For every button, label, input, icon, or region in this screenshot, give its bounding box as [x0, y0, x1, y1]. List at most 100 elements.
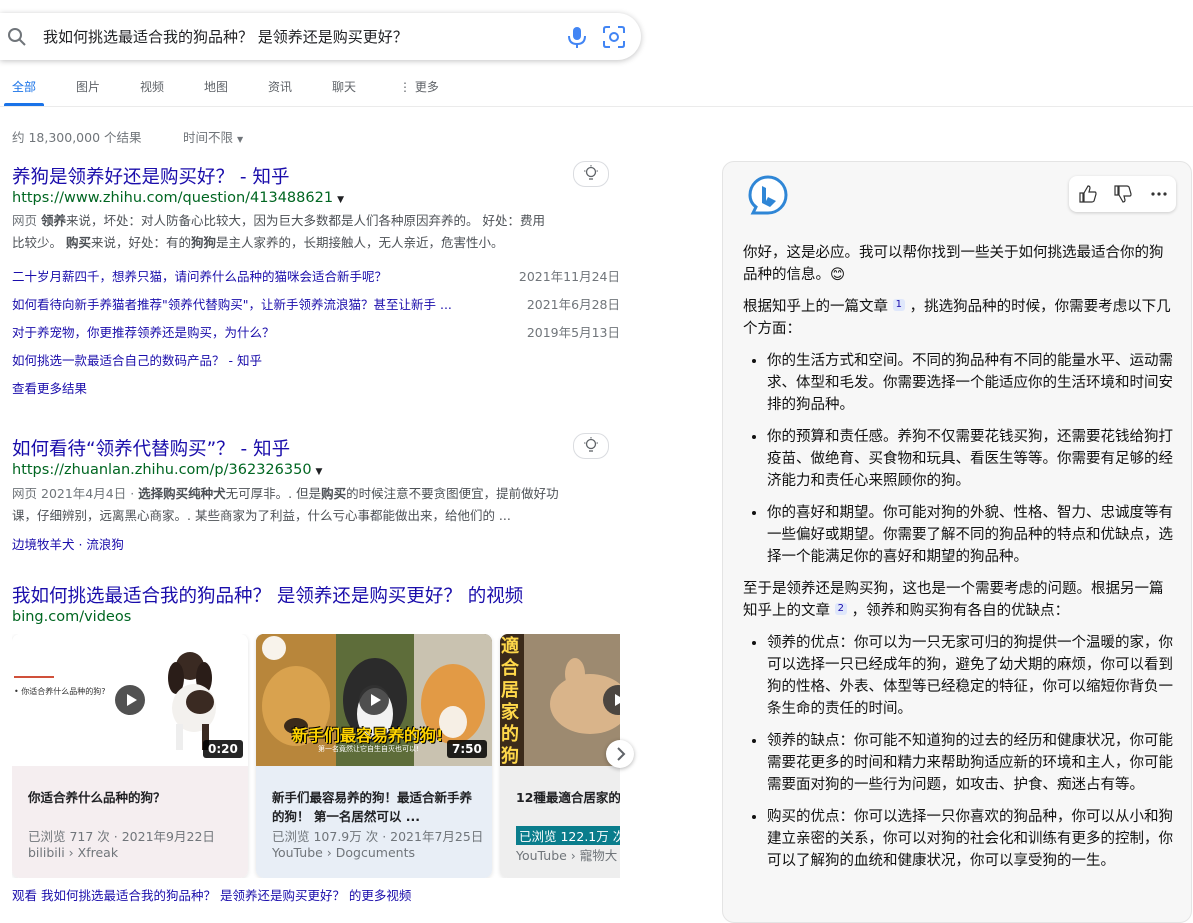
related-tags-link[interactable]: 边境牧羊犬 · 流浪狗: [12, 534, 124, 553]
video-source: bilibili › Xfreak: [28, 845, 119, 860]
video-duration: 7:50: [447, 740, 487, 758]
snippet-text: 来说，坏处：对人防备心比较大，因为巨大多数都是人们各种原因弃养的。 好处：费用: [66, 213, 545, 228]
chat-panel: 你好，这是必应。我可以帮你找到一些关于如何挑选最适合你的狗品种的信息。😊 根据知…: [722, 161, 1192, 923]
video-name: 新手们最容易养的狗！最适合新手养的狗！ 第一名居然可以 ...: [272, 790, 473, 824]
lightbulb-button[interactable]: [573, 161, 609, 187]
result-title[interactable]: 如何看待“领养代替购买”？ - 知乎: [12, 435, 290, 461]
video-thumbnail: 適合居家的狗: [500, 634, 620, 767]
chat-list: 领养的优点：你可以为一只无家可归的狗提供一个温暖的家，你可以选择一只已经成年的狗…: [743, 632, 1173, 872]
chat-list-item: 你的预算和责任感。养狗不仅需要花钱买狗，还需要花钱给狗打疫苗、做绝育、买食物和玩…: [767, 426, 1173, 492]
search-box[interactable]: 我如何挑选最适合我的狗品种？ 是领养还是购买更好？: [0, 13, 641, 60]
result-title[interactable]: 养狗是领养好还是购买好？ - 知乎: [12, 163, 289, 189]
search-input[interactable]: 我如何挑选最适合我的狗品种？ 是领养还是购买更好？: [43, 26, 408, 47]
video-card-body: 12種最適合居家的 已浏览 122.1万 次 YouTube › 寵物大: [500, 766, 620, 878]
result-snippet: 网页 领养来说，坏处：对人防备心比较大，因为巨大多数都是人们各种原因弃养的。 好…: [12, 210, 620, 254]
visual-search-icon[interactable]: [602, 25, 626, 49]
related-question-link[interactable]: 如何看待向新手养猫者推荐"领养代替购买"，让新手领养流浪猫？甚至让新手 ...: [12, 294, 452, 313]
tab-news[interactable]: 资讯: [268, 78, 292, 95]
related-question-link[interactable]: 对于养宠物，你更推荐领养还是购买，为什么？: [12, 322, 275, 341]
chat-paragraph: 根据知乎上的一篇文章 1 ，挑选狗品种的时候，你需要考虑以下几个方面：: [743, 296, 1173, 340]
tab-more[interactable]: ⋮ 更多: [399, 78, 439, 95]
video-name: 你适合养什么品种的狗？: [28, 790, 166, 805]
related-question-row: 二十岁月薪四千，想养只猫，请问养什么品种的猫咪会适合新手呢？ 2021年11月2…: [12, 266, 620, 286]
video-section-title[interactable]: 我如何挑选最适合我的狗品种？ 是领养还是购买更好？ 的视频: [12, 582, 523, 608]
related-question-date: 2019年5月13日: [526, 325, 620, 340]
tab-chat[interactable]: 聊天: [332, 78, 356, 95]
related-question-row: 如何看待向新手养猫者推荐"领养代替购买"，让新手领养流浪猫？甚至让新手 ... …: [12, 294, 620, 314]
video-card[interactable]: 新手们最容易养的狗! 第一名竟然让它自生自灭也可以! 7:50 新手们最容易养的…: [256, 634, 492, 878]
chat-greeting: 你好，这是必应。我可以帮你找到一些关于如何挑选最适合你的狗品种的信息。😊: [743, 245, 1164, 283]
video-meta: 已浏览 122.1万 次: [516, 826, 620, 845]
active-tab-indicator: [4, 103, 44, 106]
result-type-tag: 网页: [12, 486, 38, 501]
video-meta: 已浏览 107.9万 次 · 2021年7月25日: [272, 829, 484, 844]
thumbs-down-icon[interactable]: [1113, 184, 1133, 204]
microphone-icon[interactable]: [566, 25, 588, 49]
snippet-bold: 狗狗: [191, 235, 217, 250]
more-options-icon[interactable]: [1149, 184, 1169, 204]
caret-down-icon[interactable]: ▼: [337, 195, 344, 205]
chat-list-item: 领养的优点：你可以为一只无家可归的狗提供一个温暖的家，你可以选择一只已经成年的狗…: [767, 632, 1173, 720]
result-url[interactable]: https://zhuanlan.zhihu.com/p/362326350 ▼: [12, 462, 322, 478]
more-videos-link[interactable]: 观看 我如何挑选最适合我的狗品种？ 是领养还是购买更好？ 的更多视频: [12, 885, 411, 904]
thumbs-up-icon[interactable]: [1078, 184, 1098, 204]
snippet-text: 的时候注意不要贪图便宜，提前做好功: [346, 486, 559, 501]
time-filter-dropdown[interactable]: 时间不限 ▼: [183, 127, 243, 146]
chat-text: ，领养和购买狗有各自的优缺点：: [851, 603, 1070, 619]
snippet-bold: 购买: [65, 235, 91, 250]
see-more-results-link[interactable]: 查看更多结果: [12, 378, 87, 397]
chat-list: 你的生活方式和空间。不同的狗品种有不同的能量水平、运动需求、体型和毛发。你需要选…: [743, 350, 1173, 568]
tab-maps[interactable]: 地图: [204, 78, 228, 95]
related-question-link[interactable]: 二十岁月薪四千，想养只猫，请问养什么品种的猫咪会适合新手呢？: [12, 266, 387, 285]
related-question-date: 2021年6月28日: [526, 297, 620, 312]
snippet-bold: 领养: [41, 213, 67, 228]
carousel-next-button[interactable]: [606, 740, 634, 768]
video-section-source: bing.com/videos: [12, 609, 132, 625]
video-thumbnail: • 你适合养什么品种的狗? 0:20: [12, 634, 248, 766]
related-question-row: 对于养宠物，你更推荐领养还是购买，为什么？ 2019年5月13日: [12, 322, 620, 342]
chat-list-item: 领养的缺点：你可能不知道狗的过去的经历和健康状况，你可能需要花更多的时间和精力来…: [767, 730, 1173, 796]
video-carousel: • 你适合养什么品种的狗? 0:20 你适合养什么品种的狗？ 已浏览 717 次…: [12, 634, 620, 878]
snippet-text: 是主人家养的，长期接触人，无人亲近，危害性小。: [216, 235, 504, 250]
citation-badge[interactable]: 2: [834, 603, 847, 615]
video-duration: 0:20: [203, 740, 243, 758]
video-card-body: 你适合养什么品种的狗？ 已浏览 717 次 · 2021年9月22日 bilib…: [12, 766, 248, 878]
chat-list-item: 你的生活方式和空间。不同的狗品种有不同的能量水平、运动需求、体型和毛发。你需要选…: [767, 350, 1173, 416]
related-question-link[interactable]: 如何挑选一款最适合自己的数码产品？ - 知乎: [12, 350, 262, 369]
results-count: 约 18,300,000 个结果: [12, 130, 142, 145]
caret-down-icon[interactable]: ▼: [316, 467, 323, 477]
chat-response: 你好，这是必应。我可以帮你找到一些关于如何挑选最适合你的狗品种的信息。😊 根据知…: [743, 242, 1173, 882]
snippet-text: 课，仔细辨别，远离黑心商家。. 某些商家为了利益，什么亏心事都能做出来，给他们的…: [12, 508, 511, 523]
thumbnail-subcaption: 第一名竟然让它自生自灭也可以!: [318, 745, 419, 753]
result-url[interactable]: https://www.zhihu.com/question/413488621…: [12, 190, 344, 206]
tab-all[interactable]: 全部: [12, 78, 36, 95]
citation-badge[interactable]: 1: [892, 299, 905, 311]
chat-text: 根据知乎上的一篇文章: [743, 299, 888, 315]
video-source: YouTube › Dogcuments: [272, 845, 415, 860]
snippet-text: 比较少。: [12, 235, 66, 250]
thumbnail-caption: 新手们最容易养的狗!: [292, 726, 444, 745]
result-type-tag: 网页: [12, 213, 38, 228]
thumbnail-caption: • 你适合养什么品种的狗?: [14, 687, 106, 696]
thumbnail-accent-line: [14, 676, 54, 678]
video-name: 12種最適合居家的: [516, 790, 620, 805]
chevron-down-icon: ▼: [237, 135, 244, 144]
thumbnail-caption: 適合居家的狗: [501, 636, 519, 767]
search-icon[interactable]: [7, 27, 27, 47]
result-url-text: https://www.zhihu.com/question/413488621: [12, 190, 334, 206]
video-card[interactable]: • 你适合养什么品种的狗? 0:20 你适合养什么品种的狗？ 已浏览 717 次…: [12, 634, 248, 878]
result-url-text: https://zhuanlan.zhihu.com/p/362326350: [12, 462, 312, 478]
lightbulb-icon: [584, 437, 598, 452]
chat-list-item: 你的喜好和期望。你可能对狗的外貌、性格、智力、忠诚度等有一些偏好或期望。你需要了…: [767, 502, 1173, 568]
lightbulb-button[interactable]: [573, 433, 609, 459]
spaniel-dog-image: [168, 652, 216, 750]
chat-list-item: 购买的优点：你可以选择一只你喜欢的狗品种，你可以从小和狗建立亲密的关系，你可以对…: [767, 806, 1173, 872]
tab-videos[interactable]: 视频: [140, 78, 164, 95]
tab-images[interactable]: 图片: [76, 78, 100, 95]
play-icon[interactable]: [115, 685, 145, 715]
video-card[interactable]: 適合居家的狗 12種最適合居家的 已浏览 122.1万 次 YouTube › …: [500, 634, 620, 878]
play-icon[interactable]: [359, 685, 389, 715]
snippet-bold: 购买: [321, 486, 347, 501]
feedback-bar: [1069, 176, 1176, 212]
search-tabs: 全部 图片 视频 地图 资讯 聊天 ⋮ 更多: [0, 72, 1193, 107]
